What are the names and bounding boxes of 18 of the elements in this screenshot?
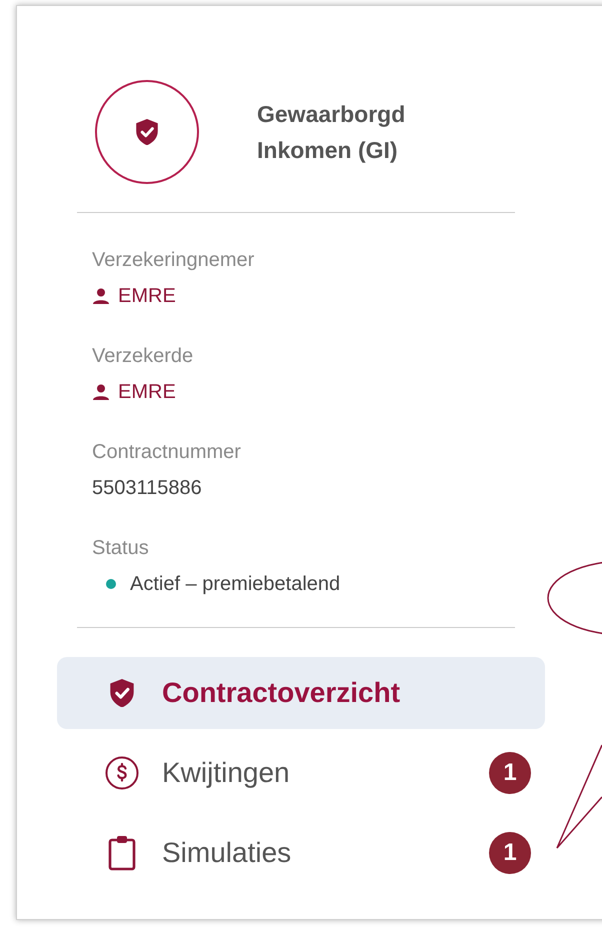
- clipboard-icon: [108, 835, 136, 871]
- field-label: Verzekeringnemer: [92, 248, 256, 273]
- field-label: Verzekerde: [92, 344, 194, 369]
- field-label: Status: [92, 536, 150, 561]
- count-badge: 1: [489, 752, 531, 794]
- count-badge: 1: [489, 832, 531, 874]
- dollar-circle-icon: [105, 756, 139, 790]
- status-value: Actief – premiebetalend: [130, 572, 340, 597]
- person-icon: [92, 384, 110, 400]
- person-name: EMRE: [118, 380, 176, 405]
- person-icon: [92, 288, 110, 304]
- person-name: EMRE: [118, 284, 176, 309]
- shield-check-icon: [109, 678, 135, 708]
- field-label: Contractnummer: [92, 440, 242, 465]
- product-title: Gewaarborgd Inkomen (GI): [257, 100, 406, 165]
- shield-check-icon: [135, 118, 159, 146]
- nav-item[interactable]: Contractoverzicht: [57, 657, 545, 729]
- field-value: 5503115886: [92, 476, 203, 501]
